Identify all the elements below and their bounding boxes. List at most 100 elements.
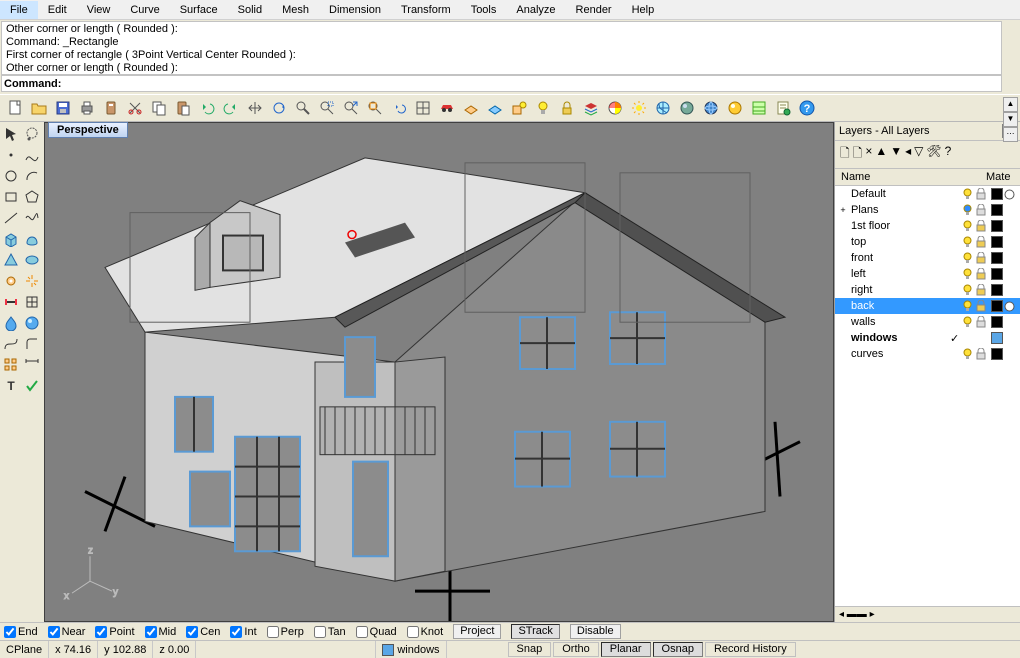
zoom-extents-icon[interactable] [340,97,362,119]
layer-row-left[interactable]: left [835,266,1020,282]
sun-icon[interactable] [628,97,650,119]
new-sublayer-icon[interactable]: 🗋 [853,144,863,165]
arc-icon[interactable] [22,166,42,186]
layer-header-mate[interactable]: Mate [986,171,1016,183]
lasso-icon[interactable] [22,124,42,144]
zoom-icon[interactable] [292,97,314,119]
set-cplane-icon[interactable] [460,97,482,119]
menu-surface[interactable]: Surface [170,1,228,19]
cmd-options-icon[interactable]: ⋯ [1003,127,1018,142]
lock-icon[interactable] [556,97,578,119]
tools-icon[interactable]: 🛠 [926,144,941,165]
cmd-scroll-down-icon[interactable]: ▼ [1003,112,1018,127]
print-icon[interactable] [76,97,98,119]
sphere-wire-icon[interactable] [700,97,722,119]
layer-row-right[interactable]: right [835,282,1020,298]
layer-row-front[interactable]: front [835,250,1020,266]
zoom-selected-icon[interactable] [364,97,386,119]
layer-row-default[interactable]: Default [835,186,1020,202]
globe-icon[interactable] [652,97,674,119]
move-down-icon[interactable]: ▼ [890,144,902,165]
osnap-quad[interactable]: Quad [356,626,397,638]
check-icon[interactable] [22,376,42,396]
menu-curve[interactable]: Curve [120,1,169,19]
spline-icon[interactable] [22,145,42,165]
color-swatch[interactable] [991,284,1003,296]
viewport-tab[interactable]: Perspective [48,122,128,138]
status-ortho-toggle[interactable]: Ortho [553,642,599,657]
menu-view[interactable]: View [77,1,121,19]
explode-icon[interactable] [22,271,42,291]
menu-solid[interactable]: Solid [228,1,272,19]
menu-help[interactable]: Help [622,1,665,19]
lock-icon[interactable] [976,220,990,232]
lock-icon[interactable] [976,268,990,280]
gear-icon[interactable] [1,271,21,291]
layer-row-windows[interactable]: windows✓ [835,330,1020,346]
layer-help-icon[interactable]: ? [945,144,952,165]
ellipsoid-icon[interactable] [22,250,42,270]
named-cplane-icon[interactable] [484,97,506,119]
array-icon[interactable] [1,355,21,375]
osnap-end[interactable]: End [4,626,38,638]
color-swatch[interactable] [991,332,1003,344]
osnap-point[interactable]: Point [95,626,134,638]
paste-icon[interactable] [172,97,194,119]
delete-layer-icon[interactable]: × [865,144,872,165]
lock-icon[interactable] [976,252,990,264]
bulb-icon[interactable] [962,220,976,233]
pointer-icon[interactable] [1,124,21,144]
layer-row-curves[interactable]: curves [835,346,1020,362]
rect-icon[interactable] [1,187,21,207]
material-icon[interactable] [1004,301,1018,312]
copy-icon[interactable] [148,97,170,119]
material-icon[interactable] [1004,189,1018,200]
osnap-near[interactable]: Near [48,626,86,638]
polygon-icon[interactable] [22,187,42,207]
lock-icon[interactable] [976,236,990,248]
new-layer-icon[interactable]: 🗋 [840,144,850,165]
lock-icon[interactable] [976,188,990,200]
bulb-icon[interactable] [962,204,976,217]
osnap-cen[interactable]: Cen [186,626,220,638]
blend-crv-icon[interactable] [1,334,21,354]
menu-dimension[interactable]: Dimension [319,1,391,19]
color-swatch[interactable] [991,236,1003,248]
move-up-icon[interactable]: ▲ [875,144,887,165]
bulb-icon[interactable] [962,252,976,265]
status-snap-toggle[interactable]: Snap [508,642,552,657]
filter-icon[interactable]: ▽ [914,144,923,165]
control-pt-icon[interactable] [1,292,21,312]
lock-icon[interactable] [976,300,990,312]
zoom-window-icon[interactable] [316,97,338,119]
osnap-knot[interactable]: Knot [407,626,444,638]
car-icon[interactable] [436,97,458,119]
osnap-mid[interactable]: Mid [145,626,177,638]
bulb-on-icon[interactable] [532,97,554,119]
bulb-icon[interactable] [962,188,976,201]
menu-transform[interactable]: Transform [391,1,461,19]
color-swatch[interactable] [991,188,1003,200]
bulb-icon[interactable] [962,316,976,329]
sphere-icon[interactable] [22,313,42,333]
menu-render[interactable]: Render [566,1,622,19]
status-layer[interactable]: windows [376,641,446,658]
layer-row-walls[interactable]: walls [835,314,1020,330]
layer-row-1st-floor[interactable]: 1st floor [835,218,1020,234]
color-swatch[interactable] [991,268,1003,280]
expand-icon[interactable]: + [837,205,849,215]
lock-icon[interactable] [976,204,990,216]
bulb-icon[interactable] [962,348,976,361]
layer-row-back[interactable]: back [835,298,1020,314]
help-icon[interactable]: ? [796,97,818,119]
osnap-strack-button[interactable]: STrack [511,624,559,639]
status-planar-toggle[interactable]: Planar [601,642,651,657]
box-icon[interactable] [1,229,21,249]
osnap-disable-button[interactable]: Disable [570,624,621,639]
rotate-view-icon[interactable] [268,97,290,119]
menu-mesh[interactable]: Mesh [272,1,319,19]
bulb-icon[interactable] [962,300,976,313]
viewport[interactable]: z y x [44,122,834,622]
cut-icon[interactable] [124,97,146,119]
command-input[interactable] [65,76,1001,91]
